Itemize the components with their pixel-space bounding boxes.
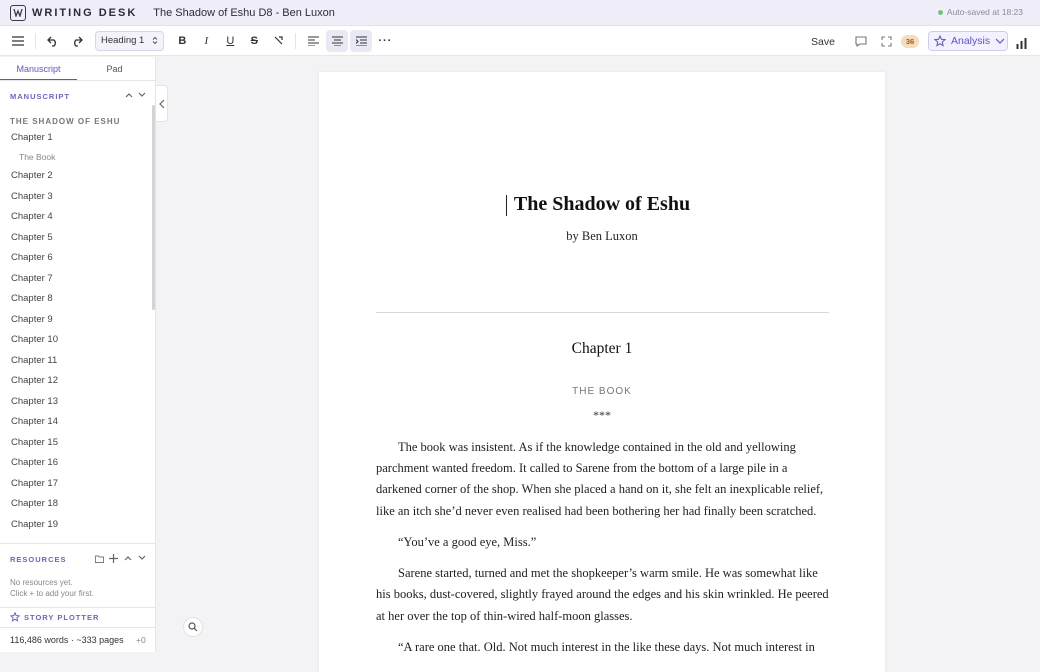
add-icon[interactable] — [109, 554, 118, 563]
sidebar: Manuscript Pad MANUSCRIPT THE SHADOW OF … — [0, 57, 156, 652]
word-delta: +0 — [136, 635, 146, 645]
chevron-down-icon[interactable] — [138, 92, 146, 98]
redo-icon[interactable] — [66, 30, 88, 52]
select-arrows-icon — [152, 36, 158, 45]
app-name: WRITING DESK — [32, 6, 138, 19]
resources-hint-text: Click + to add your first. — [10, 589, 94, 598]
divider — [376, 312, 829, 313]
comment-icon[interactable] — [850, 30, 872, 52]
chevron-down-icon[interactable] — [138, 555, 146, 561]
undo-icon[interactable] — [42, 30, 64, 52]
chapter-item[interactable]: Chapter 8 — [11, 293, 53, 304]
tab-manuscript[interactable]: Manuscript — [0, 57, 77, 80]
chapter-item[interactable]: Chapter 4 — [11, 211, 53, 222]
bold-button[interactable]: B — [171, 30, 193, 52]
chevron-left-icon — [158, 99, 164, 108]
chapter-item[interactable]: Chapter 19 — [11, 519, 58, 530]
chapter-item[interactable]: Chapter 14 — [11, 416, 58, 427]
paragraph-line[interactable]: his books, dust-covered, slightly frayed… — [376, 584, 831, 605]
resources-heading: RESOURCES — [10, 555, 67, 564]
resources-empty-text: No resources yet. — [10, 578, 73, 587]
chevron-up-icon[interactable] — [125, 92, 133, 98]
chapter-item[interactable]: Chapter 1 — [11, 132, 53, 143]
chapter-item[interactable]: Chapter 17 — [11, 478, 58, 489]
chapter-item[interactable]: Chapter 7 — [11, 273, 53, 284]
paragraph-line[interactable]: Sarene started, turned and met the shopk… — [376, 563, 831, 584]
chapter-item[interactable]: Chapter 18 — [11, 498, 58, 509]
collapse-sidebar-button[interactable] — [155, 85, 168, 122]
fullscreen-icon[interactable] — [875, 30, 897, 52]
document-title: The Shadow of Eshu D8 - Ben Luxon — [153, 6, 335, 19]
chapter-item[interactable]: Chapter 5 — [11, 232, 53, 243]
book-title[interactable]: THE SHADOW OF ESHU — [10, 117, 120, 126]
app-logo[interactable]: WRITING DESK — [10, 4, 138, 21]
paragraph-line[interactable]: at her over the top of thin-wired half-m… — [376, 606, 831, 627]
paragraph-line[interactable]: “A rare one that. Old. Not much interest… — [376, 637, 831, 658]
chapter-item[interactable]: Chapter 16 — [11, 457, 58, 468]
divider — [0, 607, 155, 608]
status-dot-icon — [937, 9, 943, 15]
chapter-item[interactable]: Chapter 12 — [11, 375, 58, 386]
star-icon — [934, 35, 946, 47]
chapter-item[interactable]: Chapter 11 — [11, 355, 57, 366]
align-left-icon[interactable] — [302, 30, 324, 52]
paragraph-line[interactable]: darkened corner of the shop. When she pl… — [376, 479, 831, 500]
autosave-status: Auto-saved at 18:23 — [937, 7, 1023, 17]
divider — [295, 32, 297, 49]
tab-pad[interactable]: Pad — [77, 57, 152, 80]
search-button[interactable] — [183, 617, 203, 637]
chapter-item[interactable]: Chapter 15 — [11, 437, 58, 448]
writing-desk-logo-icon — [10, 4, 26, 21]
chapter-item[interactable]: Chapter 13 — [11, 396, 58, 407]
sidebar-scrollbar[interactable] — [152, 105, 155, 310]
word-count: 116,486 words · ~333 pages — [10, 635, 124, 645]
document-page[interactable]: The Shadow of Eshu by Ben Luxon Chapter … — [319, 72, 885, 672]
save-button[interactable]: Save — [811, 36, 835, 48]
indent-icon[interactable] — [350, 29, 373, 52]
italic-button[interactable]: I — [195, 30, 217, 52]
document-byline[interactable]: by Ben Luxon — [319, 229, 885, 244]
divider — [35, 32, 36, 49]
notification-badge[interactable]: 36 — [901, 35, 919, 48]
title-bar: WRITING DESK The Shadow of Eshu D8 - Ben… — [0, 0, 1040, 26]
chapter-item[interactable]: Chapter 3 — [11, 191, 53, 202]
analysis-button[interactable]: Analysis — [928, 31, 1008, 51]
paragraph-line[interactable]: “You’ve a good eye, Miss.” — [376, 532, 831, 553]
chapter-item[interactable]: Chapter 2 — [11, 170, 53, 181]
resources-panel: RESOURCES No resources yet. Click + to a… — [0, 543, 155, 652]
chevron-up-icon[interactable] — [124, 555, 132, 561]
clear-format-icon[interactable] — [267, 30, 289, 52]
editor-toolbar: Heading 1 B I U S ··· Save 36 Analysis — [0, 26, 1040, 56]
chapter-item[interactable]: Chapter 10 — [11, 334, 58, 345]
star-icon — [10, 612, 20, 622]
more-options-icon[interactable]: ··· — [374, 30, 396, 52]
paragraph-line[interactable]: parchment wanted freedom. It called to S… — [376, 458, 831, 479]
divider — [0, 627, 155, 628]
chapter-subtitle[interactable]: THE BOOK — [319, 386, 885, 397]
menu-icon[interactable] — [7, 30, 29, 52]
underline-button[interactable]: U — [219, 30, 241, 52]
chapter-heading[interactable]: Chapter 1 — [319, 340, 885, 358]
paragraph-style-select[interactable]: Heading 1 — [95, 30, 165, 51]
scene-item[interactable]: The Book — [19, 152, 55, 162]
manuscript-heading: MANUSCRIPT — [10, 92, 70, 101]
chapter-item[interactable]: Chapter 9 — [11, 314, 53, 325]
strikethrough-button[interactable]: S — [243, 30, 265, 52]
sidebar-tabs: Manuscript Pad — [0, 57, 155, 81]
story-plotter-button[interactable]: STORY PLOTTER — [10, 612, 99, 622]
document-title-heading[interactable]: The Shadow of Eshu — [319, 193, 885, 216]
align-center-icon[interactable] — [326, 29, 349, 52]
scene-break[interactable]: *** — [319, 408, 885, 423]
chevron-down-icon — [995, 38, 1005, 44]
chapter-item[interactable]: Chapter 6 — [11, 252, 53, 263]
paragraph-line[interactable]: The book was insistent. As if the knowle… — [376, 437, 831, 458]
search-icon — [188, 622, 198, 632]
folder-icon[interactable] — [95, 555, 104, 563]
paragraph-line[interactable]: like an itch she’d never even realised h… — [376, 501, 831, 522]
stats-icon[interactable] — [1016, 36, 1027, 54]
